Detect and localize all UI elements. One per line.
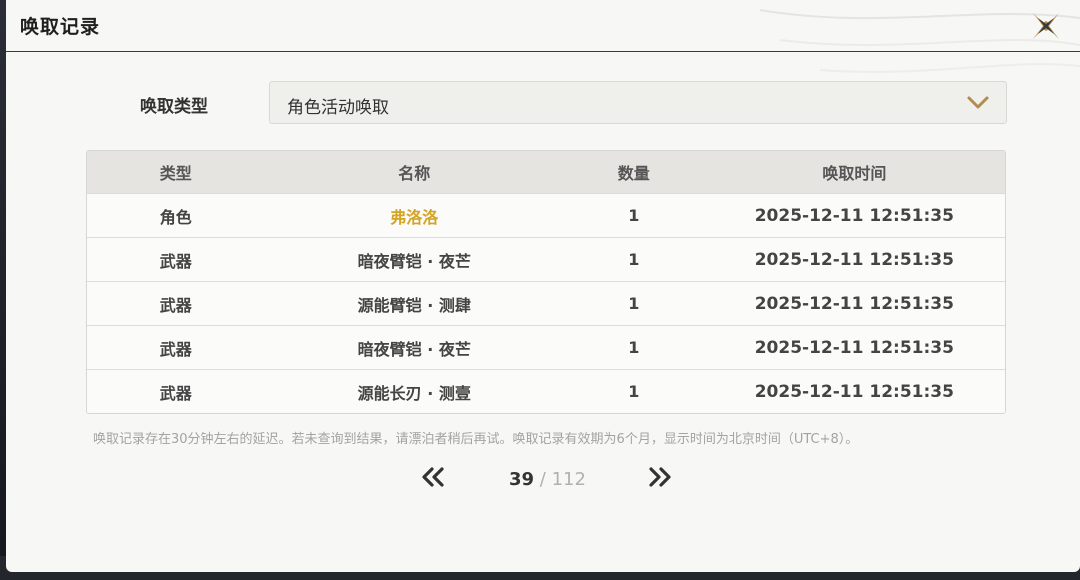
column-header-time: 唤取时间 — [822, 164, 887, 183]
row-time: 2025-12-11 12:51:35 — [754, 205, 954, 226]
pull-type-selected-value: 角色活动唤取 — [287, 98, 389, 118]
row-quantity: 1 — [628, 250, 640, 269]
row-time: 2025-12-11 12:51:35 — [754, 337, 954, 358]
row-time: 2025-12-11 12:51:35 — [754, 293, 954, 314]
modal-header: 唤取记录 — [6, 0, 1080, 52]
table-row: 角色 弗洛洛 1 2025-12-11 12:51:35 — [87, 193, 1005, 237]
column-header-type: 类型 — [159, 164, 192, 183]
table-row: 武器 暗夜臂铠 · 夜芒 1 2025-12-11 12:51:35 — [87, 237, 1005, 281]
table-header: 类型 名称 数量 唤取时间 — [87, 151, 1005, 193]
column-header-quantity: 数量 — [617, 164, 650, 183]
column-header-name: 名称 — [398, 164, 431, 183]
row-type: 武器 — [159, 339, 192, 359]
table-row: 武器 暗夜臂铠 · 夜芒 1 2025-12-11 12:51:35 — [87, 325, 1005, 369]
current-page: 39 — [509, 469, 535, 490]
row-name: 源能长刃 · 测壹 — [357, 383, 471, 403]
pull-history-table: 类型 名称 数量 唤取时间 角色 弗洛洛 1 2025-12-11 12:51:… — [86, 150, 1006, 414]
table-row: 武器 源能臂铠 · 测肆 1 2025-12-11 12:51:35 — [87, 281, 1005, 325]
page-indicator: 39 / 112 — [509, 469, 586, 490]
pagination: 39 / 112 — [6, 462, 1080, 498]
pull-type-label: 唤取类型 — [140, 97, 208, 117]
row-quantity: 1 — [628, 206, 640, 225]
row-type: 武器 — [159, 251, 192, 271]
row-quantity: 1 — [628, 294, 640, 313]
next-page-button[interactable] — [646, 466, 674, 488]
pull-type-select[interactable]: 角色活动唤取 — [269, 81, 1007, 124]
row-name: 暗夜臂铠 · 夜芒 — [357, 251, 471, 271]
row-type: 武器 — [159, 383, 192, 403]
row-quantity: 1 — [628, 338, 640, 357]
close-x-icon — [1033, 13, 1059, 39]
page-separator: / — [534, 469, 552, 490]
row-type: 武器 — [159, 295, 192, 315]
filter-row: 唤取类型 角色活动唤取 — [6, 81, 1080, 125]
pull-history-modal: 唤取记录 唤取类型 角色活动唤取 类型 名称 数量 唤取时间 角色 弗洛洛 1 — [6, 0, 1080, 572]
close-button[interactable] — [1030, 10, 1062, 42]
double-chevron-left-icon — [422, 467, 444, 487]
total-pages: 112 — [551, 469, 586, 490]
row-name: 弗洛洛 — [390, 207, 439, 227]
table-row: 武器 源能长刃 · 测壹 1 2025-12-11 12:51:35 — [87, 369, 1005, 413]
modal-title: 唤取记录 — [20, 16, 101, 38]
chevron-down-icon — [967, 96, 989, 109]
row-time: 2025-12-11 12:51:35 — [754, 249, 954, 270]
row-time: 2025-12-11 12:51:35 — [754, 381, 954, 402]
row-name: 源能臂铠 · 测肆 — [357, 295, 471, 315]
double-chevron-right-icon — [649, 467, 671, 487]
row-name: 暗夜臂铠 · 夜芒 — [357, 339, 471, 359]
delay-notice: 唤取记录存在30分钟左右的延迟。若未查询到结果，请漂泊者稍后再试。唤取记录有效期… — [93, 432, 859, 447]
row-quantity: 1 — [628, 382, 640, 401]
row-type: 角色 — [159, 207, 192, 227]
previous-page-button[interactable] — [419, 466, 447, 488]
